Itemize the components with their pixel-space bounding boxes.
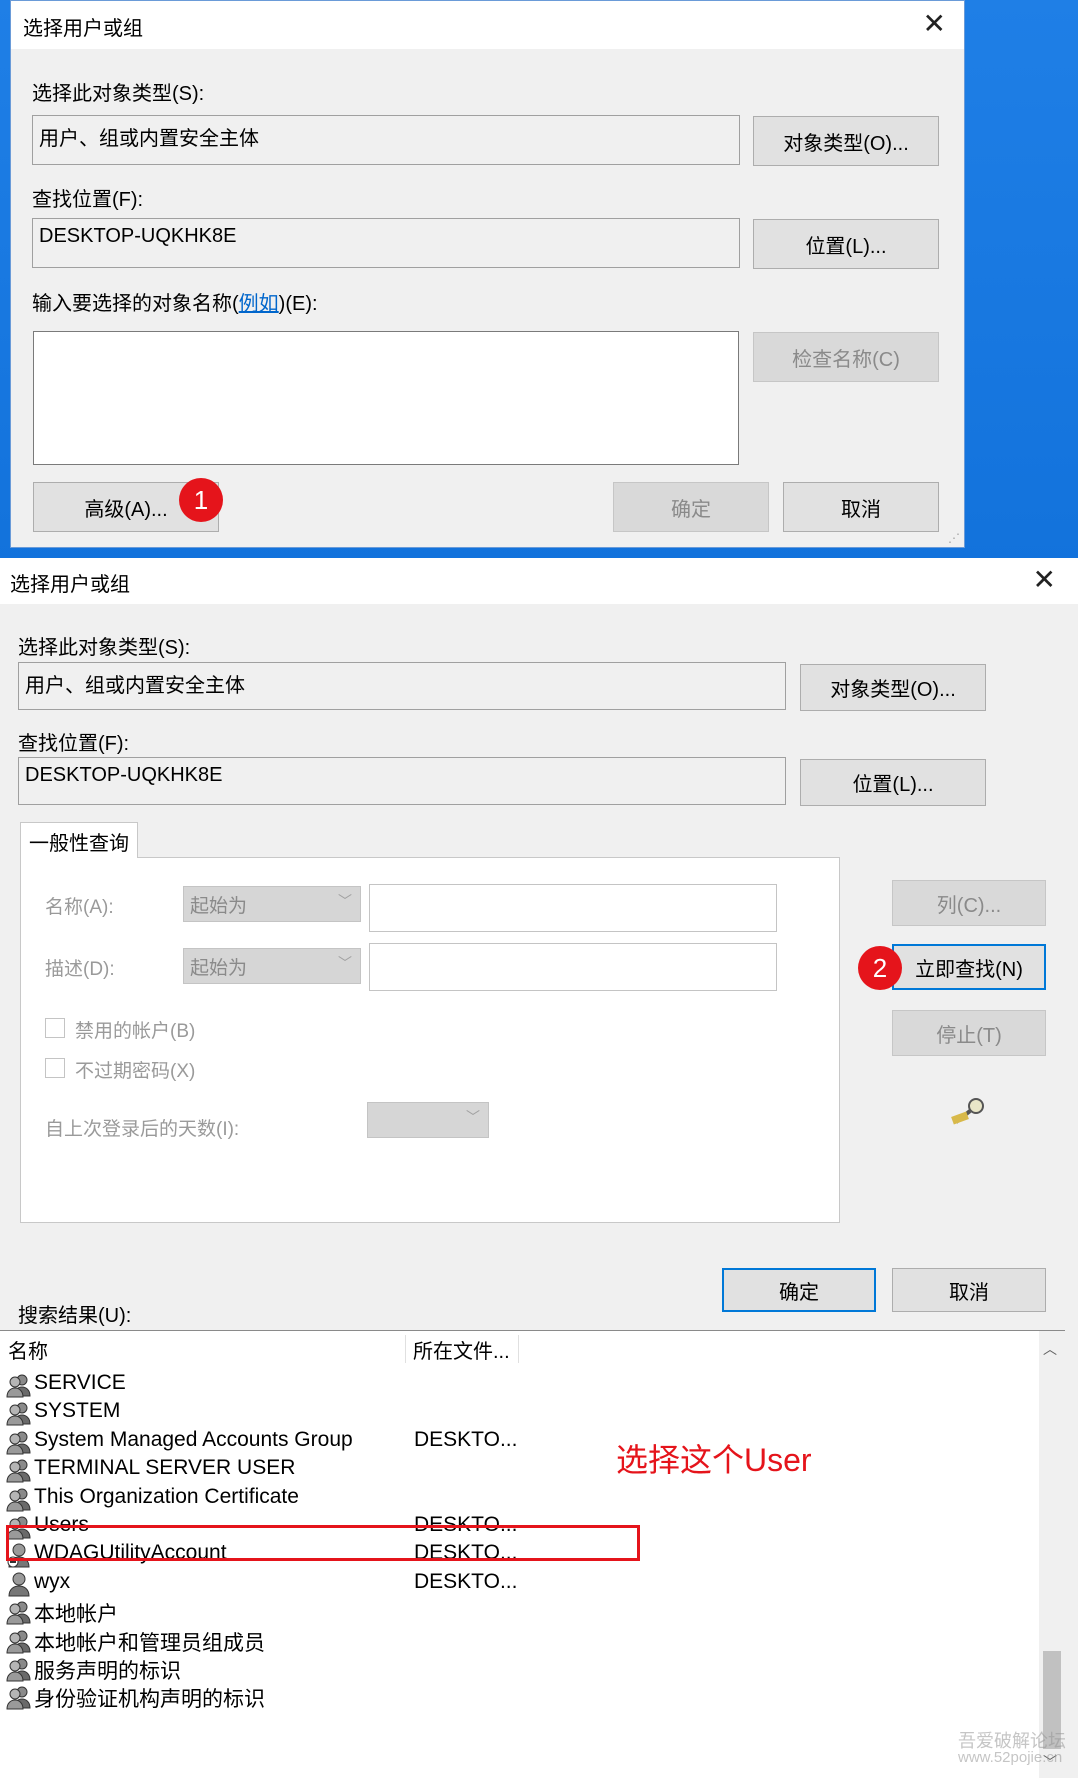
non-expiring-password-checkbox[interactable] (45, 1058, 65, 1078)
annotation-select-users: 选择这个User (616, 1442, 812, 1478)
location-label: 查找位置(F): (18, 733, 130, 755)
group-icon (6, 1486, 32, 1512)
column-header-folder[interactable]: 所在文件... (413, 1335, 510, 1364)
table-row[interactable]: TERMINAL SERVER USER (6, 1454, 1026, 1486)
group-icon (6, 1457, 32, 1483)
group-icon (6, 1372, 32, 1398)
table-row[interactable]: wyx DESKTO... (6, 1568, 1026, 1600)
vertical-scrollbar[interactable]: ︿ ﹀ (1039, 1331, 1065, 1778)
name-condition-dropdown[interactable]: 起始为 ﹀ (183, 886, 361, 922)
row-name: wyx (34, 1569, 71, 1593)
location-button[interactable]: 位置(L)... (753, 219, 939, 269)
table-row[interactable]: 身份验证机构声明的标识 (6, 1681, 1026, 1713)
name-condition-value: 起始为 (190, 896, 248, 917)
row-name: 身份验证机构声明的标识 (34, 1688, 265, 1712)
user-icon (6, 1571, 32, 1597)
ok-button[interactable]: 确定 (722, 1268, 876, 1312)
column-header-name[interactable]: 名称 (8, 1335, 48, 1364)
table-row[interactable]: 本地帐户和管理员组成员 (6, 1625, 1026, 1657)
row-folder: DESKTO... (414, 1427, 518, 1451)
description-condition-dropdown[interactable]: 起始为 ﹀ (183, 948, 361, 984)
location-field: DESKTOP-UQKHK8E (32, 218, 740, 268)
chevron-down-icon: ﹀ (338, 955, 352, 971)
dialog-title: 选择用户或组 (10, 574, 130, 596)
table-row[interactable]: This Organization Certificate (6, 1483, 1026, 1515)
object-types-field: 用户、组或内置安全主体 (32, 115, 740, 165)
days-since-logon-dropdown[interactable]: ﹀ (367, 1102, 489, 1138)
object-types-button[interactable]: 对象类型(O)... (753, 116, 939, 166)
group-icon (6, 1656, 32, 1682)
description-label: 描述(D): (45, 959, 115, 980)
search-results-list[interactable]: 名称 所在文件... SERVICE SYSTEM System Managed A… (0, 1330, 1066, 1778)
location-label: 查找位置(F): (32, 189, 144, 211)
location-button[interactable]: 位置(L)... (800, 759, 986, 806)
group-icon (6, 1400, 32, 1426)
description-condition-value: 起始为 (190, 958, 248, 979)
days-since-logon-label: 自上次登录后的天数(I): (45, 1119, 240, 1140)
cancel-button[interactable]: 取消 (783, 482, 939, 532)
object-types-button[interactable]: 对象类型(O)... (800, 664, 986, 711)
common-queries-panel: 名称(A): 起始为 ﹀ 描述(D): 起始为 ﹀ 禁用的帐户(B) 不过期密码… (20, 857, 840, 1223)
enter-names-suffix: )(E): (278, 293, 318, 315)
object-types-label: 选择此对象类型(S): (18, 637, 191, 659)
group-icon (6, 1429, 32, 1455)
dialog-title: 选择用户或组 (23, 18, 143, 40)
column-divider[interactable] (405, 1335, 406, 1363)
stop-button[interactable]: 停止(T) (892, 1010, 1046, 1056)
search-animation-icon (951, 1098, 984, 1125)
table-row[interactable]: 本地帐户 (6, 1596, 1026, 1628)
table-row[interactable]: SYSTEM (6, 1397, 1026, 1429)
watermark-line2: www.52pojie.cn (958, 1749, 1063, 1766)
chevron-down-icon: ﹀ (338, 893, 352, 909)
row-name: This Organization Certificate (34, 1484, 299, 1508)
row-name: SERVICE (34, 1371, 126, 1394)
group-icon (6, 1684, 32, 1710)
name-search-input[interactable] (369, 884, 777, 932)
search-results-label: 搜索结果(U): (18, 1305, 132, 1327)
check-names-button[interactable]: 检查名称(C) (753, 332, 939, 382)
select-users-dialog-1: 选择用户或组 ✕ 选择此对象类型(S): 用户、组或内置安全主体 对象类型(O)… (10, 0, 965, 548)
step-1-badge: 1 (179, 478, 223, 522)
users-highlight-box (6, 1525, 640, 1561)
non-expiring-password-label: 不过期密码(X) (75, 1061, 196, 1082)
scroll-up-icon[interactable]: ︿ (1043, 1339, 1057, 1359)
resize-grip-icon[interactable]: ⋰ (948, 531, 960, 545)
object-names-input[interactable] (33, 331, 739, 465)
columns-button[interactable]: 列(C)... (892, 880, 1046, 926)
description-search-input[interactable] (369, 943, 777, 991)
object-types-label: 选择此对象类型(S): (32, 83, 205, 105)
row-name: System Managed Accounts Group (34, 1427, 353, 1451)
row-name: TERMINAL SERVER USER (34, 1456, 296, 1480)
title-bar: 选择用户或组 ✕ (11, 1, 964, 49)
name-label: 名称(A): (45, 897, 114, 918)
chevron-down-icon: ﹀ (466, 1109, 480, 1125)
column-divider[interactable] (518, 1335, 519, 1363)
step-2-badge: 2 (858, 946, 902, 990)
row-name: SYSTEM (34, 1399, 121, 1423)
group-icon (6, 1628, 32, 1654)
disabled-accounts-label: 禁用的帐户(B) (75, 1021, 196, 1042)
find-now-button[interactable]: 立即查找(N) (892, 944, 1046, 990)
close-icon[interactable]: ✕ (923, 10, 946, 38)
group-icon (6, 1599, 32, 1625)
cancel-button[interactable]: 取消 (892, 1268, 1046, 1312)
ok-button[interactable]: 确定 (613, 482, 769, 532)
table-row[interactable]: SERVICE (6, 1369, 1026, 1401)
enter-names-label: 输入要选择的对象名称(例如)(E): (32, 287, 318, 316)
examples-link[interactable]: 例如 (239, 293, 279, 315)
close-icon[interactable]: ✕ (1033, 566, 1056, 594)
title-bar: 选择用户或组 ✕ (0, 558, 1078, 604)
disabled-accounts-checkbox[interactable] (45, 1018, 65, 1038)
table-row[interactable]: System Managed Accounts Group DESKTO... (6, 1426, 1026, 1458)
object-types-field: 用户、组或内置安全主体 (18, 662, 786, 710)
location-field: DESKTOP-UQKHK8E (18, 757, 786, 805)
enter-names-prefix: 输入要选择的对象名称( (32, 293, 239, 315)
row-folder: DESKTO... (414, 1569, 518, 1593)
tab-common-queries[interactable]: 一般性查询 (20, 822, 138, 858)
table-row[interactable]: 服务声明的标识 (6, 1653, 1026, 1685)
